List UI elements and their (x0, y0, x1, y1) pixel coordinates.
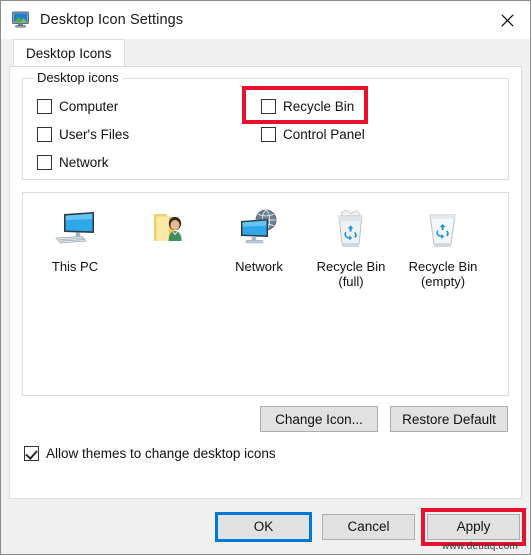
tab-page-desktop-icons: Desktop icons Computer Recycle Bin User'… (9, 66, 522, 499)
checkbox-users-files-label: User's Files (59, 126, 130, 142)
change-icon-button[interactable]: Change Icon... (260, 406, 378, 432)
tab-strip: Desktop Icons (1, 39, 530, 66)
checkbox-computer-box[interactable] (37, 98, 52, 114)
checkbox-network[interactable]: Network (37, 148, 261, 176)
preview-icon-label: Network (235, 259, 283, 274)
dialog-footer: OK Cancel Apply www.deuaq.com (1, 499, 530, 554)
close-icon[interactable] (484, 1, 530, 39)
checkbox-allow-themes[interactable]: Allow themes to change desktop icons (22, 446, 509, 461)
apply-button[interactable]: Apply (427, 513, 520, 540)
preview-icon-label: Recycle Bin (408, 259, 478, 274)
desktop-icons-checkbox-grid: Computer Recycle Bin User's Files Contro… (23, 87, 508, 176)
checkbox-computer[interactable]: Computer (37, 92, 261, 120)
network-globe-icon (236, 207, 282, 253)
checkbox-allow-themes-box[interactable] (24, 446, 39, 461)
ok-button-label: OK (253, 519, 274, 534)
watermark: www.deuaq.com (442, 541, 518, 552)
checkbox-users-files[interactable]: User's Files (37, 120, 261, 148)
checkbox-users-files-box[interactable] (37, 126, 52, 142)
apply-button-label: Apply (456, 519, 491, 534)
checkbox-control-panel-label: Control Panel (283, 126, 365, 142)
group-legend: Desktop icons (33, 70, 123, 85)
preview-icon-label: Recycle Bin (316, 259, 386, 274)
recycle-bin-full-icon (328, 207, 374, 253)
checkbox-control-panel[interactable]: Control Panel (261, 120, 508, 148)
checkbox-allow-themes-label: Allow themes to change desktop icons (46, 446, 276, 461)
this-pc-icon (52, 207, 98, 253)
cancel-button[interactable]: Cancel (322, 513, 415, 540)
preview-icon-recycle-bin-empty[interactable]: Recycle Bin (empty) (397, 207, 489, 395)
desktop-icons-group: Desktop icons Computer Recycle Bin User'… (22, 70, 509, 180)
checkbox-control-panel-box[interactable] (261, 126, 276, 142)
ok-button[interactable]: OK (215, 511, 312, 542)
users-files-folder-icon (144, 207, 190, 253)
change-icon-button-label: Change Icon... (275, 411, 363, 427)
preview-icon-network[interactable]: Network (213, 207, 305, 395)
apply-button-wrapper: Apply (421, 507, 526, 546)
preview-icon-sublabel: (empty) (420, 274, 466, 289)
checkbox-network-box[interactable] (37, 154, 52, 170)
desktop-monitor-icon (11, 10, 31, 30)
tab-desktop-icons[interactable]: Desktop Icons (13, 39, 125, 66)
checkbox-recycle-bin[interactable]: Recycle Bin (261, 92, 508, 120)
tab-label: Desktop Icons (26, 45, 112, 61)
window-title: Desktop Icon Settings (40, 12, 184, 28)
desktop-icon-settings-dialog: Desktop Icon Settings Desktop Icons Desk… (0, 0, 531, 555)
title-bar: Desktop Icon Settings (1, 1, 530, 39)
restore-default-button[interactable]: Restore Default (390, 406, 508, 432)
checkbox-recycle-bin-box[interactable] (261, 98, 276, 114)
preview-icon-recycle-bin-full[interactable]: Recycle Bin (full) (305, 207, 397, 395)
preview-icon-this-pc[interactable]: This PC (29, 207, 121, 395)
preview-icon-users-files[interactable] (121, 207, 213, 395)
preview-icon-label: This PC (51, 259, 99, 274)
icon-preview-panel: This PC Network Recycle Bin (full) Recyc… (22, 192, 509, 396)
cancel-button-label: Cancel (347, 519, 390, 534)
recycle-bin-empty-icon (420, 207, 466, 253)
checkbox-computer-label: Computer (59, 98, 119, 114)
checkbox-recycle-bin-label: Recycle Bin (283, 98, 355, 114)
preview-icon-sublabel: (full) (338, 274, 364, 289)
checkbox-network-label: Network (59, 154, 109, 170)
restore-default-button-label: Restore Default (402, 411, 496, 427)
icon-action-row: Change Icon... Restore Default (22, 406, 509, 432)
